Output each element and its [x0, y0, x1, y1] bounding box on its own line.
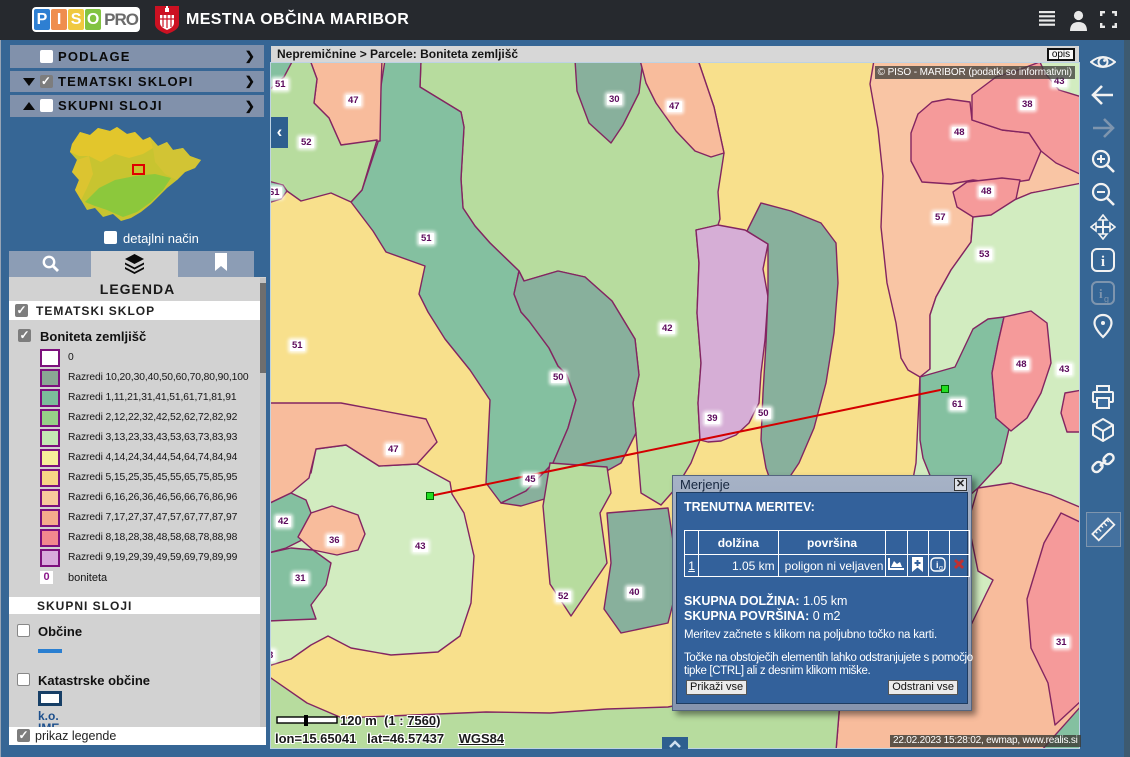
svg-text:g: g: [1104, 294, 1109, 304]
svg-text:i: i: [1101, 254, 1105, 270]
svg-text:g: g: [939, 565, 943, 572]
svg-text:i: i: [1099, 286, 1103, 301]
